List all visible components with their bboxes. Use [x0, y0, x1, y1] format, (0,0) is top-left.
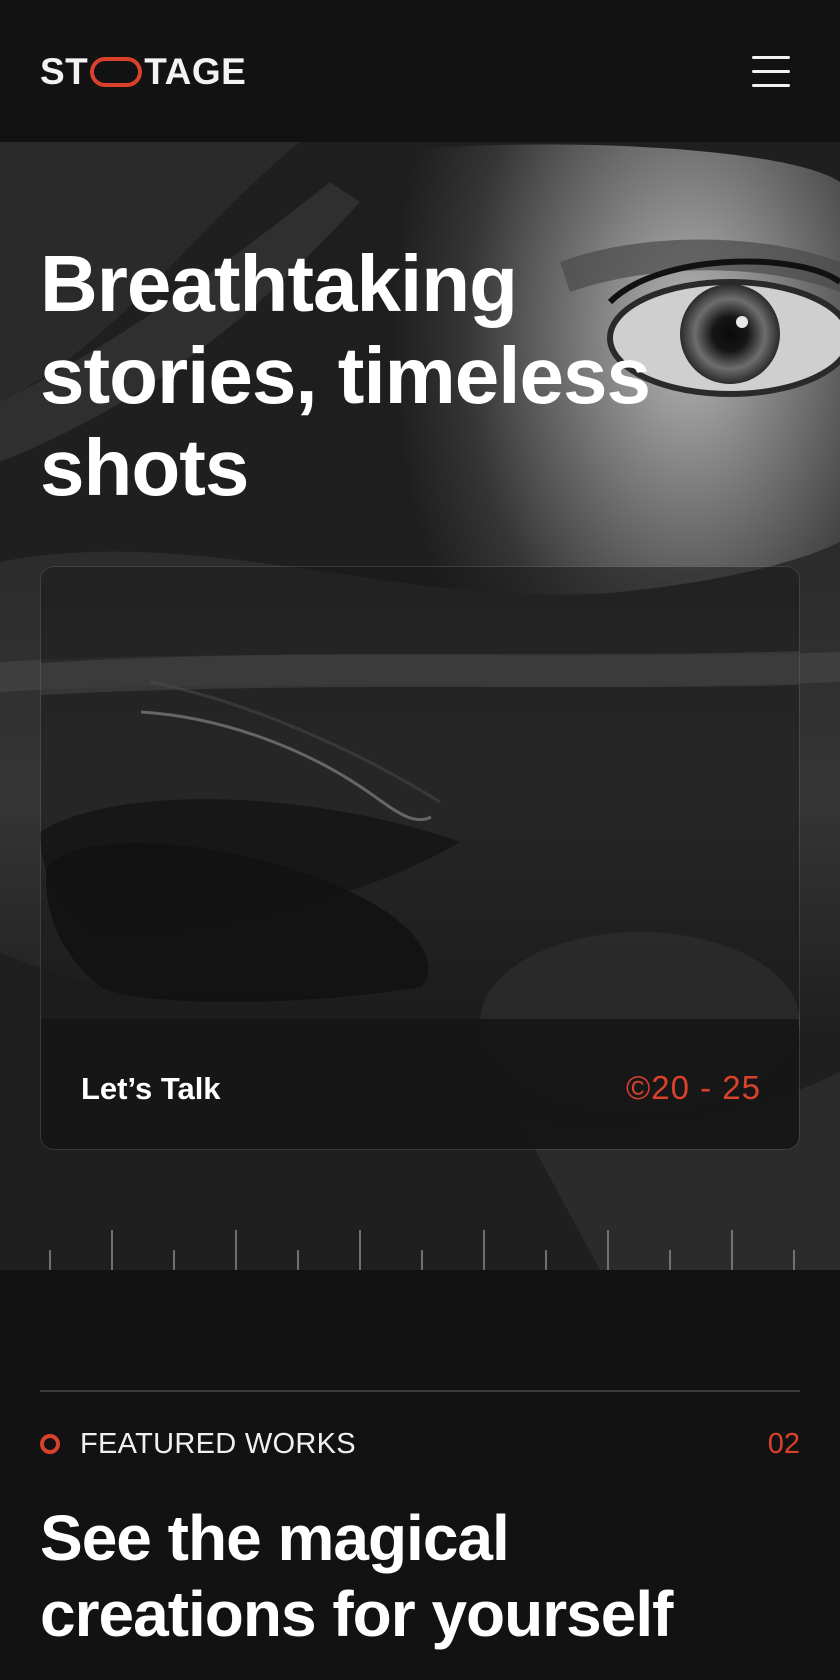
logo-text-right: TAGE	[144, 51, 247, 92]
circle-bullet-icon	[40, 1434, 60, 1454]
section-number: 02	[767, 1428, 800, 1460]
hamburger-menu-icon[interactable]	[748, 52, 794, 92]
hero-title: Breathtaking stories, timeless shots	[40, 238, 760, 514]
menu-line	[752, 84, 790, 87]
ruler-ticks	[49, 1230, 795, 1270]
card-footer: Let’s Talk ©20 - 25	[41, 1019, 799, 1149]
menu-line	[752, 70, 790, 73]
logo-ring-icon	[90, 57, 143, 87]
lets-talk-label[interactable]: Let’s Talk	[81, 1071, 221, 1107]
hero-title-line: shots	[40, 423, 249, 512]
hero-title-line: stories, timeless	[40, 331, 651, 420]
hero-title-line: Breathtaking	[40, 239, 518, 328]
site-header: ST TAGE	[0, 0, 840, 142]
card-photo	[41, 567, 799, 1019]
featured-works-section: FEATURED WORKS 02 See the magical creati…	[0, 1270, 840, 1680]
hero-section: Breathtaking stories, timeless shots Let…	[0, 142, 840, 1270]
lets-talk-card[interactable]: Let’s Talk ©20 - 25	[40, 566, 800, 1150]
section-title-line: See the magical	[40, 1502, 510, 1574]
years-label: ©20 - 25	[625, 1069, 761, 1106]
logo-text-left: ST	[40, 51, 89, 92]
logo[interactable]: ST TAGE	[40, 51, 247, 92]
section-title-line: creations for yourself	[40, 1578, 673, 1650]
menu-line	[752, 56, 790, 59]
section-divider	[40, 1390, 800, 1392]
section-title: See the magical creations for yourself	[40, 1500, 800, 1652]
section-label: FEATURED WORKS	[80, 1428, 356, 1460]
